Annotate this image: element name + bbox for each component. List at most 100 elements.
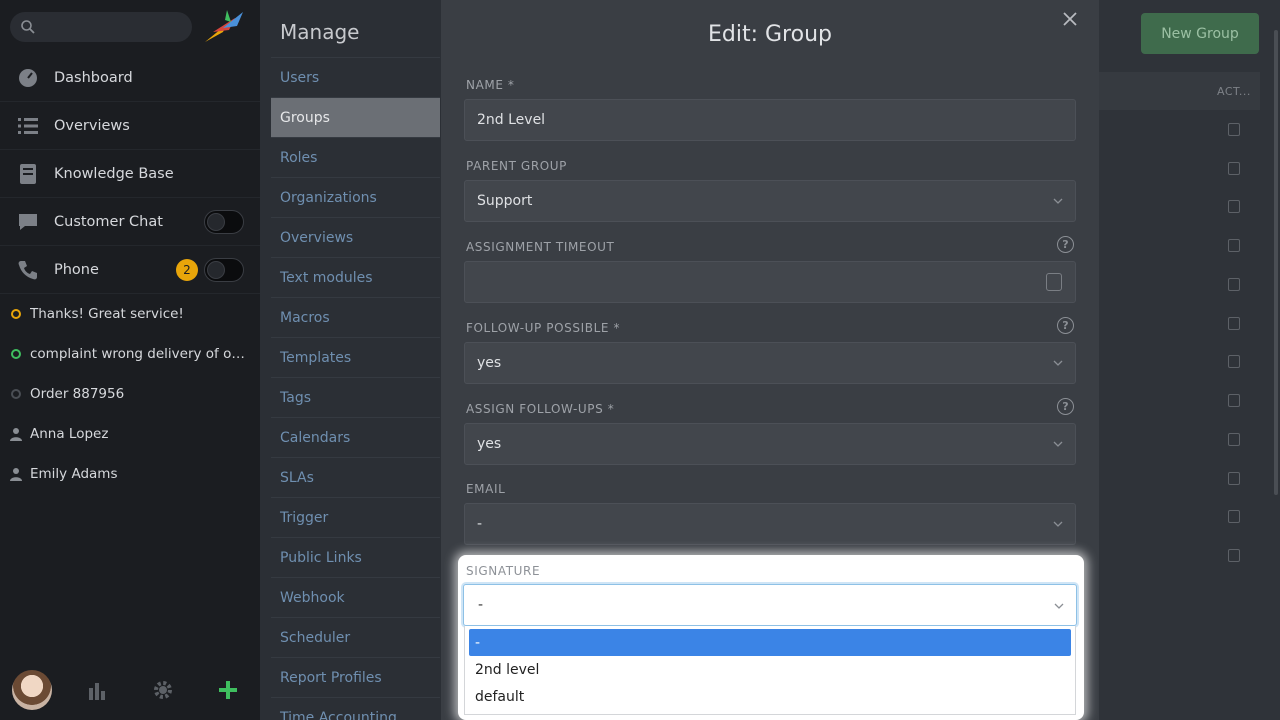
clone-icon[interactable] bbox=[1228, 510, 1240, 523]
manage-item-overviews[interactable]: Overviews bbox=[271, 217, 440, 257]
nav-label: Overviews bbox=[54, 117, 130, 134]
recent-label: Anna Lopez bbox=[30, 426, 109, 442]
nav-knowledge-base[interactable]: Knowledge Base bbox=[0, 150, 260, 198]
clone-icon[interactable] bbox=[1228, 278, 1240, 291]
list-icon bbox=[16, 114, 40, 138]
avatar[interactable] bbox=[12, 670, 52, 710]
nav-dashboard[interactable]: Dashboard bbox=[0, 54, 260, 102]
recent-label: Emily Adams bbox=[30, 466, 118, 482]
assignment-timeout-input[interactable] bbox=[464, 261, 1076, 303]
manage-item-templates[interactable]: Templates bbox=[271, 337, 440, 377]
toggle-knob bbox=[207, 213, 225, 231]
signature-dropdown: - 2nd level default bbox=[464, 626, 1076, 715]
number-stepper-icon[interactable] bbox=[1046, 273, 1062, 291]
close-icon[interactable] bbox=[1061, 10, 1079, 28]
clone-icon[interactable] bbox=[1228, 162, 1240, 175]
manage-item-users[interactable]: Users bbox=[271, 57, 440, 97]
manage-item-tags[interactable]: Tags bbox=[271, 377, 440, 417]
name-label: NAME * bbox=[466, 78, 515, 92]
phone-icon bbox=[16, 258, 40, 282]
nav-label: Dashboard bbox=[54, 69, 133, 86]
email-select[interactable]: - bbox=[464, 503, 1076, 545]
recent-ticket[interactable]: Thanks! Great service! bbox=[0, 294, 260, 334]
help-icon[interactable]: ? bbox=[1057, 236, 1074, 253]
help-icon[interactable]: ? bbox=[1057, 398, 1074, 415]
help-icon[interactable]: ? bbox=[1057, 317, 1074, 334]
parent-group-select[interactable]: Support bbox=[464, 180, 1076, 222]
status-dot-icon bbox=[11, 309, 21, 319]
manage-item-webhook[interactable]: Webhook bbox=[271, 577, 440, 617]
assign-follow-ups-value: yes bbox=[477, 436, 502, 452]
dashboard-icon bbox=[16, 66, 40, 90]
recent-ticket[interactable]: complaint wrong delivery of ord... bbox=[0, 334, 260, 374]
clone-icon[interactable] bbox=[1228, 472, 1240, 485]
recent-label: Order 887956 bbox=[30, 386, 125, 402]
manage-item-roles[interactable]: Roles bbox=[271, 137, 440, 177]
book-icon bbox=[16, 162, 40, 186]
clone-icon[interactable] bbox=[1228, 239, 1240, 252]
follow-up-possible-select[interactable]: yes bbox=[464, 342, 1076, 384]
assign-follow-ups-label: ASSIGN FOLLOW-UPS * bbox=[466, 402, 615, 416]
chevron-down-icon bbox=[1053, 521, 1063, 527]
manage-item-slas[interactable]: SLAs bbox=[271, 457, 440, 497]
clone-icon[interactable] bbox=[1228, 433, 1240, 446]
manage-item-time-accounting[interactable]: Time Accounting bbox=[271, 697, 440, 720]
clone-icon[interactable] bbox=[1228, 549, 1240, 562]
manage-title: Manage bbox=[280, 20, 360, 44]
clone-icon[interactable] bbox=[1228, 355, 1240, 368]
user-icon bbox=[10, 468, 22, 481]
manage-item-calendars[interactable]: Calendars bbox=[271, 417, 440, 457]
nav-label: Customer Chat bbox=[54, 213, 163, 230]
status-dot-icon bbox=[11, 389, 21, 399]
nav-label: Phone bbox=[54, 261, 99, 278]
gear-icon[interactable] bbox=[153, 680, 173, 700]
nav-overviews[interactable]: Overviews bbox=[0, 102, 260, 150]
stats-icon[interactable] bbox=[87, 680, 107, 700]
manage-menu: Manage Users Groups Roles Organizations … bbox=[260, 0, 450, 720]
manage-item-report-profiles[interactable]: Report Profiles bbox=[271, 657, 440, 697]
page-scrollbar[interactable] bbox=[1274, 30, 1278, 495]
manage-item-macros[interactable]: Macros bbox=[271, 297, 440, 337]
follow-up-possible-label: FOLLOW-UP POSSIBLE * bbox=[466, 321, 621, 335]
manage-item-text-modules[interactable]: Text modules bbox=[271, 257, 440, 297]
app-logo[interactable] bbox=[203, 8, 247, 46]
nav-customer-chat[interactable]: Customer Chat bbox=[0, 198, 260, 246]
signature-option[interactable]: default bbox=[469, 683, 1071, 710]
recent-user[interactable]: Anna Lopez bbox=[0, 414, 260, 454]
chevron-down-icon bbox=[1053, 441, 1063, 447]
recent-user[interactable]: Emily Adams bbox=[0, 454, 260, 494]
toggle-knob bbox=[207, 261, 225, 279]
status-dot-icon bbox=[11, 349, 21, 359]
plus-icon[interactable] bbox=[218, 680, 238, 700]
main-sidebar: Dashboard Overviews Knowledge Base Custo… bbox=[0, 0, 260, 720]
signature-option[interactable]: - bbox=[469, 629, 1071, 656]
signature-value: - bbox=[478, 597, 484, 613]
nav-phone[interactable]: Phone 2 bbox=[0, 246, 260, 294]
nav-label: Knowledge Base bbox=[54, 165, 174, 182]
new-group-button[interactable]: New Group bbox=[1141, 13, 1259, 54]
name-input[interactable]: 2nd Level bbox=[464, 99, 1076, 141]
recent-label: Thanks! Great service! bbox=[30, 306, 184, 322]
signature-select[interactable]: - bbox=[463, 584, 1077, 626]
manage-item-organizations[interactable]: Organizations bbox=[271, 177, 440, 217]
sidebar-footer bbox=[0, 660, 260, 720]
manage-item-scheduler[interactable]: Scheduler bbox=[271, 617, 440, 657]
customer-chat-toggle[interactable] bbox=[204, 210, 244, 234]
manage-item-public-links[interactable]: Public Links bbox=[271, 537, 440, 577]
signature-option[interactable]: 2nd level bbox=[469, 656, 1071, 683]
signature-label: SIGNATURE bbox=[466, 564, 541, 578]
clone-icon[interactable] bbox=[1228, 317, 1240, 330]
modal-title: Edit: Group bbox=[708, 22, 832, 47]
user-icon bbox=[10, 428, 22, 441]
assign-follow-ups-select[interactable]: yes bbox=[464, 423, 1076, 465]
clone-icon[interactable] bbox=[1228, 123, 1240, 136]
email-value: - bbox=[477, 516, 483, 532]
manage-item-trigger[interactable]: Trigger bbox=[271, 497, 440, 537]
manage-item-groups[interactable]: Groups bbox=[271, 97, 440, 137]
clone-icon[interactable] bbox=[1228, 394, 1240, 407]
email-label: EMAIL bbox=[466, 482, 506, 496]
search-input[interactable] bbox=[10, 12, 192, 42]
phone-toggle[interactable] bbox=[204, 258, 244, 282]
clone-icon[interactable] bbox=[1228, 200, 1240, 213]
recent-ticket[interactable]: Order 887956 bbox=[0, 374, 260, 414]
